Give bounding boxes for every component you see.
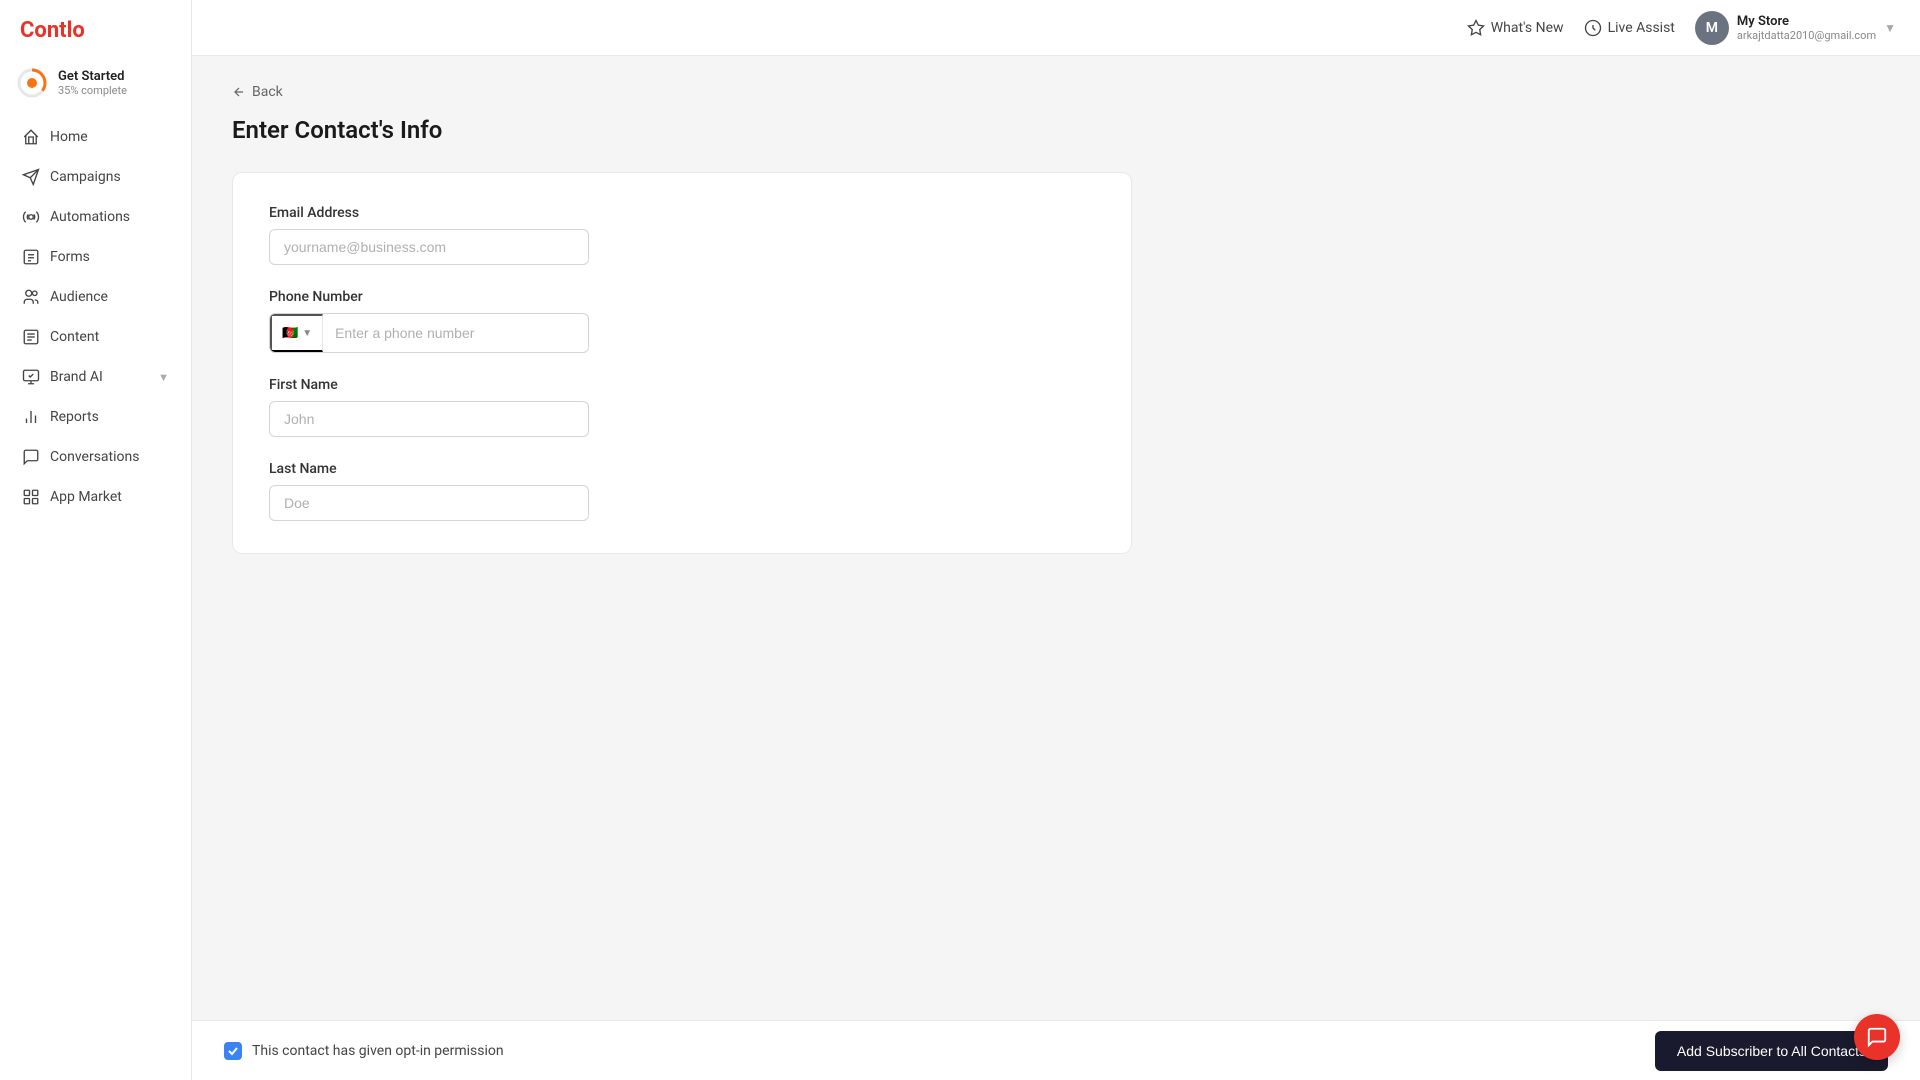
- sidebar-item-home-label: Home: [50, 129, 88, 145]
- sidebar-item-brand-ai-label: Brand AI: [50, 369, 103, 385]
- brand-ai-arrow-icon: ▼: [158, 371, 169, 384]
- sidebar-item-content-label: Content: [50, 329, 99, 345]
- email-label: Email Address: [269, 205, 1095, 221]
- email-form-group: Email Address: [269, 205, 1095, 265]
- conversations-icon: [22, 448, 40, 466]
- last-name-form-group: Last Name: [269, 461, 1095, 521]
- progress-circle-icon: [16, 67, 48, 99]
- topbar: What's New Live Assist M My Store arkajt…: [192, 0, 1920, 56]
- contact-form-card: Email Address Phone Number 🇦🇫 ▼ First Na…: [232, 172, 1132, 554]
- first-name-label: First Name: [269, 377, 1095, 393]
- live-assist-button[interactable]: Live Assist: [1584, 19, 1675, 37]
- get-started-item[interactable]: Get Started 35% complete: [0, 57, 191, 113]
- whats-new-button[interactable]: What's New: [1467, 19, 1564, 37]
- phone-flag-emoji: 🇦🇫: [282, 325, 298, 341]
- phone-form-group: Phone Number 🇦🇫 ▼: [269, 289, 1095, 353]
- get-started-progress: 35% complete: [58, 84, 127, 97]
- user-email: arkajtdatta2010@gmail.com: [1737, 29, 1876, 42]
- chat-bubble-button[interactable]: [1854, 1014, 1900, 1060]
- app-market-icon: [22, 488, 40, 506]
- brand-ai-icon: [22, 368, 40, 386]
- logo: Contlo: [0, 0, 191, 57]
- phone-country-selector[interactable]: 🇦🇫 ▼: [270, 314, 323, 352]
- back-button[interactable]: Back: [232, 84, 283, 100]
- sidebar-item-conversations-label: Conversations: [50, 449, 139, 465]
- bottom-bar: This contact has given opt-in permission…: [192, 1020, 1920, 1080]
- back-label: Back: [252, 84, 283, 100]
- automations-icon: [22, 208, 40, 226]
- sidebar-item-content[interactable]: Content: [6, 318, 185, 356]
- sidebar-item-reports-label: Reports: [50, 409, 99, 425]
- audience-icon: [22, 288, 40, 306]
- user-avatar: M: [1695, 11, 1729, 45]
- page-title: Enter Contact's Info: [232, 116, 1880, 144]
- campaigns-icon: [22, 168, 40, 186]
- phone-field[interactable]: [323, 316, 588, 350]
- user-info: My Store arkajtdatta2010@gmail.com: [1737, 14, 1876, 42]
- main-area: What's New Live Assist M My Store arkajt…: [192, 0, 1920, 1080]
- opt-in-checkbox-group[interactable]: This contact has given opt-in permission: [224, 1042, 504, 1060]
- checkbox-check-icon: [227, 1045, 239, 1057]
- opt-in-checkbox[interactable]: [224, 1042, 242, 1060]
- user-menu-chevron-icon: ▼: [1884, 21, 1896, 35]
- first-name-field[interactable]: [269, 401, 589, 437]
- opt-in-label: This contact has given opt-in permission: [252, 1043, 504, 1059]
- live-assist-icon: [1584, 19, 1602, 37]
- sidebar-item-campaigns-label: Campaigns: [50, 169, 121, 185]
- whats-new-label: What's New: [1491, 20, 1564, 36]
- back-arrow-icon: [232, 85, 246, 99]
- page-content: Back Enter Contact's Info Email Address …: [192, 56, 1920, 1020]
- sidebar-item-campaigns[interactable]: Campaigns: [6, 158, 185, 196]
- sidebar-item-automations[interactable]: Automations: [6, 198, 185, 236]
- user-name: My Store: [1737, 14, 1876, 29]
- sidebar-item-app-market-label: App Market: [50, 489, 122, 505]
- last-name-label: Last Name: [269, 461, 1095, 477]
- user-menu-button[interactable]: M My Store arkajtdatta2010@gmail.com ▼: [1695, 11, 1896, 45]
- phone-dropdown-arrow-icon: ▼: [302, 328, 312, 339]
- last-name-field[interactable]: [269, 485, 589, 521]
- reports-icon: [22, 408, 40, 426]
- sidebar: Contlo Get Started 35% complete Home Cam…: [0, 0, 192, 1080]
- whats-new-icon: [1467, 19, 1485, 37]
- get-started-label: Get Started: [58, 69, 127, 84]
- sidebar-nav: Home Campaigns Automations Forms Audienc…: [0, 113, 191, 1080]
- phone-input-wrapper: 🇦🇫 ▼: [269, 313, 589, 353]
- email-field[interactable]: [269, 229, 589, 265]
- sidebar-item-reports[interactable]: Reports: [6, 398, 185, 436]
- sidebar-item-brand-ai[interactable]: Brand AI ▼: [6, 358, 185, 396]
- sidebar-item-audience-label: Audience: [50, 289, 108, 305]
- first-name-form-group: First Name: [269, 377, 1095, 437]
- phone-label: Phone Number: [269, 289, 1095, 305]
- home-icon: [22, 128, 40, 146]
- sidebar-item-forms[interactable]: Forms: [6, 238, 185, 276]
- sidebar-item-forms-label: Forms: [50, 249, 90, 265]
- sidebar-item-conversations[interactable]: Conversations: [6, 438, 185, 476]
- chat-bubble-icon: [1866, 1026, 1888, 1048]
- sidebar-item-audience[interactable]: Audience: [6, 278, 185, 316]
- live-assist-label: Live Assist: [1608, 20, 1675, 36]
- content-icon: [22, 328, 40, 346]
- sidebar-item-app-market[interactable]: App Market: [6, 478, 185, 516]
- forms-icon: [22, 248, 40, 266]
- sidebar-item-automations-label: Automations: [50, 209, 130, 225]
- sidebar-item-home[interactable]: Home: [6, 118, 185, 156]
